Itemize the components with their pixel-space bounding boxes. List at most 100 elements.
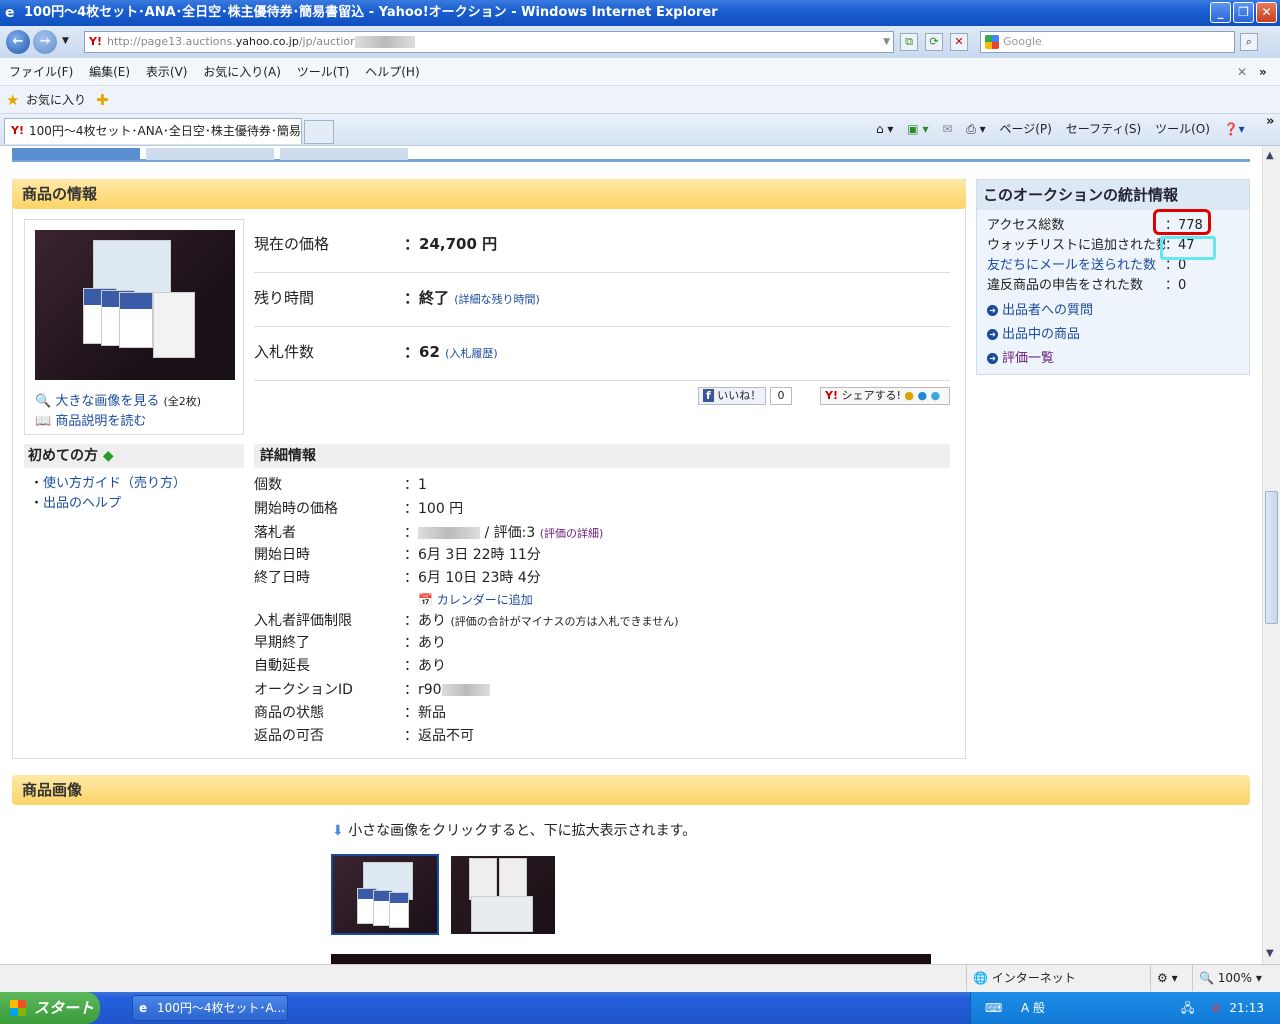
large-image-count: (全2枚) <box>163 395 202 408</box>
zone-indicator: 🌐 インターネット <box>966 965 1076 991</box>
safety-menu[interactable]: セーフティ(S) <box>1066 122 1142 136</box>
print-icon[interactable]: ⎙ ▾ <box>966 122 985 136</box>
beginner-header: 初めての方 ◆ <box>24 444 244 468</box>
detail-value: ：r90 <box>404 679 490 701</box>
tools-menu[interactable]: ツール(O) <box>1155 122 1210 136</box>
menu-tools[interactable]: ツール(T) <box>297 58 350 86</box>
clock[interactable]: 21:13 <box>1229 1001 1264 1015</box>
share-button[interactable]: Y! シェアする! ● ● ● <box>820 387 950 405</box>
scroll-up-icon[interactable]: ▲ <box>1266 150 1274 161</box>
protected-mode-icon[interactable]: ⚙ ▾ <box>1150 965 1178 991</box>
menu-help[interactable]: ヘルプ(H) <box>365 58 419 86</box>
stop-icon[interactable]: ✕ <box>950 33 968 51</box>
image-thumbnail-1[interactable] <box>331 854 439 935</box>
hatena-icon: ● <box>917 389 928 402</box>
tab-active[interactable]: Y! 100円～4枚セット･ANA･全日空･株主優待券･簡易... <box>4 118 302 144</box>
favorites-star-icon: ★ <box>6 91 20 109</box>
photo-card <box>119 292 153 348</box>
back-button[interactable]: ← <box>6 30 30 54</box>
images-hint: ⬇ 小さな画像をクリックすると、下に拡大表示されます。 <box>332 823 697 839</box>
seller-question-link[interactable]: ➜ 出品者への質問 <box>987 301 1247 321</box>
detail-label: 商品の状態 <box>254 705 324 721</box>
detail-label: オークションID <box>254 682 353 698</box>
help-link[interactable]: ・出品のヘルプ <box>30 494 186 514</box>
detail-label: 開始時の価格 <box>254 501 338 517</box>
scroll-down-icon[interactable]: ▼ <box>1266 948 1274 959</box>
minimize-button[interactable]: _ <box>1210 2 1231 23</box>
guide-link[interactable]: ・使い方ガイド（売り方） <box>30 474 186 494</box>
detail-label: 落札者 <box>254 525 296 541</box>
url-prefix: http://page13.auctions. <box>107 35 236 48</box>
menu-edit[interactable]: 編集(E) <box>89 58 130 86</box>
mail-icon[interactable]: ✉ <box>942 122 952 136</box>
close-menubar-icon[interactable]: ✕ <box>1237 58 1247 86</box>
large-image-link[interactable]: 大きな画像を見る <box>55 394 159 409</box>
address-field[interactable]: Y! http://page13.auctions.yahoo.co.jp/jp… <box>84 31 894 53</box>
menu-file[interactable]: ファイル(F) <box>9 58 73 86</box>
stats-header: このオークションの統計情報 <box>977 180 1249 210</box>
chevron-more-icon[interactable]: » <box>1259 58 1267 86</box>
history-dropdown-icon[interactable]: ▼ <box>62 36 69 46</box>
vertical-scrollbar[interactable]: ▲ ▼ <box>1262 146 1280 964</box>
like-button[interactable]: f いいね！ <box>698 387 767 405</box>
read-description-link[interactable]: 商品説明を読む <box>55 414 146 429</box>
price-label: 現在の価格 <box>254 235 330 253</box>
address-dropdown-icon[interactable]: ▼ <box>883 32 890 52</box>
help-icon[interactable]: ❓▾ <box>1224 122 1245 136</box>
zoom-control[interactable]: 🔍 100% ▾ <box>1192 965 1262 991</box>
search-input[interactable]: Google <box>980 31 1235 53</box>
feeds-icon[interactable]: ▣ ▾ <box>907 122 928 136</box>
product-photo[interactable] <box>35 230 235 380</box>
menu-view[interactable]: 表示(V) <box>146 58 188 86</box>
new-tab-button[interactable] <box>304 120 334 144</box>
add-favorite-icon[interactable]: ✚ <box>96 86 109 114</box>
search-icon[interactable]: ⌕ <box>1240 33 1258 51</box>
start-button[interactable]: スタート <box>0 992 100 1024</box>
compat-view-icon[interactable]: ⧉ <box>900 33 918 51</box>
taskbar-ie-item[interactable]: e 100円～4枚セット･A... <box>132 995 288 1021</box>
nav-tab-stub[interactable] <box>280 148 408 160</box>
url-suffix: /jp/auctior <box>298 35 355 48</box>
yahoo-share-icon: Y! <box>825 389 838 402</box>
chevron-more-icon[interactable]: » <box>1266 114 1274 129</box>
page-content: 商品の情報 🔍 大きな画像を見る (全2枚) 📖 商品説明を読む 現在の価格 ：… <box>0 146 1262 964</box>
bids-row: 入札件数 ：62 (入札履歴) <box>254 327 950 381</box>
home-icon[interactable]: ⌂ ▾ <box>876 122 893 136</box>
time-detail-link[interactable]: (詳細な残り時間) <box>454 293 540 306</box>
close-button[interactable]: ✕ <box>1256 2 1277 23</box>
rating-detail-link[interactable]: (評価の詳細) <box>540 527 604 540</box>
refresh-icon[interactable]: ⟳ <box>925 33 943 51</box>
time-label: 残り時間 <box>254 289 315 307</box>
scrollbar-thumb[interactable] <box>1265 491 1278 624</box>
book-icon: 📖 <box>35 414 52 429</box>
auction-stats-panel: このオークションの統計情報 アクセス総数 ：778 ウォッチリストに追加された数：… <box>976 179 1250 375</box>
security-icon[interactable]: ⊘ <box>1211 992 1221 1024</box>
nav-tab-stub[interactable] <box>12 148 140 160</box>
tab-title: 100円～4枚セット･ANA･全日空･株主優待券･簡易... <box>29 124 302 138</box>
calendar-icon: 📅 <box>418 593 433 607</box>
forward-button[interactable]: → <box>33 30 57 54</box>
page-menu[interactable]: ページ(P) <box>999 122 1051 136</box>
image-thumbnail-2[interactable] <box>451 856 555 934</box>
network-icon[interactable]: 🖧 <box>1181 992 1194 1024</box>
restore-button[interactable]: ❐ <box>1233 2 1254 23</box>
keyboard-icon[interactable]: ⌨ <box>985 992 1002 1024</box>
bid-history-link[interactable]: (入札履歴) <box>445 347 498 360</box>
detail-value: ：6月 10日 23時 4分 <box>404 570 541 586</box>
detail-value: ：1 <box>404 477 427 493</box>
menu-bar: ファイル(F) 編集(E) 表示(V) お気に入り(A) ツール(T) ヘルプ(… <box>0 58 1280 86</box>
ime-indicator[interactable]: A 般 <box>1021 992 1045 1024</box>
photo-card <box>153 292 195 358</box>
detail-value: ：100 円 <box>404 501 464 517</box>
menu-favorites[interactable]: お気に入り(A) <box>203 58 281 86</box>
favorites-button[interactable]: お気に入り <box>26 93 86 107</box>
rating-list-link[interactable]: ➜ 評価一覧 <box>987 349 1247 369</box>
nav-tab-stub[interactable] <box>146 148 274 160</box>
seller-items-link[interactable]: ➜ 出品中の商品 <box>987 325 1247 345</box>
yahoo-favicon-icon: Y! <box>11 124 24 137</box>
mixi-icon: ● <box>904 389 915 402</box>
calendar-link[interactable]: カレンダーに追加 <box>437 593 533 607</box>
arrow-circle-icon: ➜ <box>987 353 998 364</box>
arrow-circle-icon: ➜ <box>987 305 998 316</box>
detail-label: 返品の可否 <box>254 728 324 744</box>
